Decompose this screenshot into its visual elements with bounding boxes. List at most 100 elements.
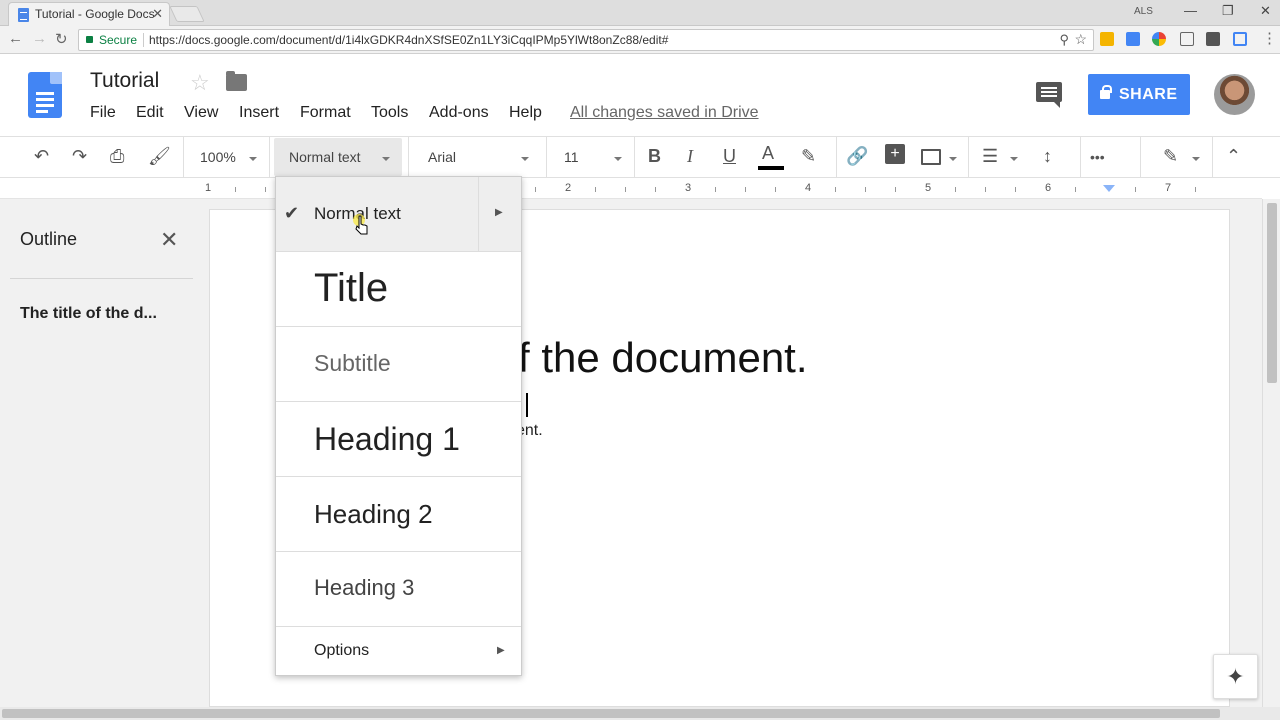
styles-dropdown-menu: ✔ Normal text ▶ Title Subtitle Heading 1…: [275, 176, 522, 676]
style-option-normal-text[interactable]: ✔ Normal text ▶: [276, 177, 521, 252]
explore-icon[interactable]: ✦: [1213, 654, 1258, 699]
text-color-button[interactable]: A: [762, 143, 774, 164]
styles-select-label: Normal text: [289, 149, 361, 165]
outline-panel: Outline ✕ The title of the d...: [0, 199, 200, 707]
window-close-icon[interactable]: ✕: [1260, 3, 1271, 19]
new-tab-button[interactable]: [169, 6, 205, 22]
extension-icon-1[interactable]: [1100, 32, 1114, 46]
underline-button[interactable]: U: [723, 146, 736, 167]
bold-button[interactable]: B: [648, 146, 661, 167]
font-size-select[interactable]: 11: [564, 149, 579, 165]
redo-icon[interactable]: ↷: [72, 146, 87, 167]
minimize-icon[interactable]: —: [1184, 3, 1197, 18]
vertical-scrollbar[interactable]: [1262, 199, 1280, 707]
style-option-label: Options: [314, 642, 370, 659]
italic-button[interactable]: I: [687, 146, 693, 167]
back-icon[interactable]: ←: [8, 30, 23, 47]
insert-comment-icon[interactable]: +: [885, 144, 905, 164]
outline-item[interactable]: The title of the d...: [20, 305, 157, 323]
bookmark-star-icon[interactable]: ☆: [1074, 31, 1087, 48]
mouse-pointer-icon: [353, 214, 368, 235]
menu-tools[interactable]: Tools: [371, 104, 408, 122]
style-option-heading-2[interactable]: Heading 2: [276, 477, 521, 552]
save-status-link[interactable]: All changes saved in Drive: [570, 104, 759, 122]
ruler-number: 1: [205, 182, 212, 194]
docs-favicon-icon: [18, 8, 29, 22]
style-option-label: Heading 2: [314, 499, 433, 529]
docs-logo-icon[interactable]: [28, 72, 62, 118]
menu-insert[interactable]: Insert: [239, 104, 279, 122]
menu-view[interactable]: View: [184, 104, 218, 122]
checkmark-icon: ✔: [284, 203, 300, 223]
share-button[interactable]: SHARE: [1088, 74, 1190, 115]
style-option-options[interactable]: Options ▶: [276, 627, 521, 675]
menu-format[interactable]: Format: [300, 104, 351, 122]
reload-icon[interactable]: ↻: [55, 30, 68, 48]
styles-caret-icon: [382, 157, 390, 161]
style-option-subtitle[interactable]: Subtitle: [276, 327, 521, 402]
align-left-icon[interactable]: ☰: [982, 146, 998, 167]
text-color-swatch: [758, 166, 784, 170]
font-select[interactable]: Arial: [428, 149, 456, 165]
extension-icon-6[interactable]: [1233, 32, 1247, 46]
text-cursor: [526, 393, 528, 417]
style-option-label: Title: [314, 266, 389, 310]
style-option-heading-1[interactable]: Heading 1: [276, 402, 521, 477]
ruler-number: 5: [925, 182, 932, 194]
address-bar[interactable]: Secure https://docs.google.com/document/…: [78, 29, 1094, 51]
document-title-text[interactable]: f the document.: [518, 334, 808, 382]
url-text[interactable]: https://docs.google.com/document/d/1i4lx…: [149, 33, 668, 47]
ruler-number: 2: [565, 182, 572, 194]
ruler-number: 7: [1165, 182, 1172, 194]
font-size-caret-icon: [614, 157, 622, 161]
link-icon[interactable]: 🔗: [846, 146, 868, 167]
ruler-number: 6: [1045, 182, 1052, 194]
browser-tab[interactable]: Tutorial - Google Docs ✕: [8, 2, 170, 26]
collapse-icon[interactable]: ⌃: [1226, 146, 1241, 167]
extension-icon-2[interactable]: [1126, 32, 1140, 46]
chrome-menu-icon[interactable]: ⋮: [1262, 29, 1277, 47]
extension-icon-5[interactable]: [1206, 32, 1220, 46]
line-spacing-icon[interactable]: ↕: [1043, 146, 1052, 167]
restore-icon[interactable]: ❐: [1222, 3, 1234, 19]
extension-icon-3[interactable]: [1152, 32, 1166, 46]
menu-add-ons[interactable]: Add-ons: [429, 104, 489, 122]
secure-label: Secure: [99, 33, 138, 47]
editing-mode-icon[interactable]: ✎: [1163, 146, 1178, 167]
highlight-icon[interactable]: ✎: [801, 146, 816, 167]
folder-icon[interactable]: [226, 71, 247, 91]
outline-close-icon[interactable]: ✕: [160, 227, 178, 253]
more-icon[interactable]: •••: [1090, 149, 1105, 165]
horizontal-scrollbar[interactable]: [0, 707, 1280, 720]
submenu-arrow-icon[interactable]: ▶: [495, 207, 503, 218]
image-caret-icon: [949, 157, 957, 161]
image-icon[interactable]: [921, 149, 941, 165]
right-indent-marker-icon[interactable]: [1103, 185, 1115, 192]
comments-icon[interactable]: [1036, 82, 1062, 108]
extension-icon-4[interactable]: [1180, 32, 1194, 46]
styles-select[interactable]: Normal text: [274, 138, 402, 176]
menu-help[interactable]: Help: [509, 104, 542, 122]
tab-close-icon[interactable]: ✕: [152, 6, 163, 22]
avatar[interactable]: [1214, 74, 1255, 115]
document-title[interactable]: Tutorial: [90, 69, 159, 93]
style-option-title[interactable]: Title: [276, 252, 521, 327]
submenu-divider: [478, 177, 479, 252]
share-label: SHARE: [1119, 86, 1178, 103]
edit-toolbar: ↶ ↷ ⎙ 🖌 100% Normal text Arial 11 B I U …: [0, 136, 1280, 178]
zoom-select[interactable]: 100%: [200, 149, 236, 165]
zoom-icon[interactable]: ⚲: [1059, 32, 1069, 48]
undo-icon[interactable]: ↶: [34, 146, 49, 167]
ruler[interactable]: 1 1 2 3 4 5 6 7: [0, 179, 1262, 199]
star-icon[interactable]: ☆: [190, 70, 210, 96]
vertical-scrollbar-thumb[interactable]: [1267, 203, 1277, 383]
outline-divider: [10, 278, 193, 279]
horizontal-scrollbar-thumb[interactable]: [2, 709, 1220, 718]
style-option-heading-3[interactable]: Heading 3: [276, 552, 521, 627]
menu-edit[interactable]: Edit: [136, 104, 164, 122]
menu-file[interactable]: File: [90, 104, 116, 122]
profile-label[interactable]: ALS: [1134, 6, 1153, 17]
print-icon[interactable]: ⎙: [110, 146, 124, 167]
paint-format-icon[interactable]: 🖌: [148, 146, 171, 167]
forward-icon[interactable]: →: [32, 30, 47, 47]
